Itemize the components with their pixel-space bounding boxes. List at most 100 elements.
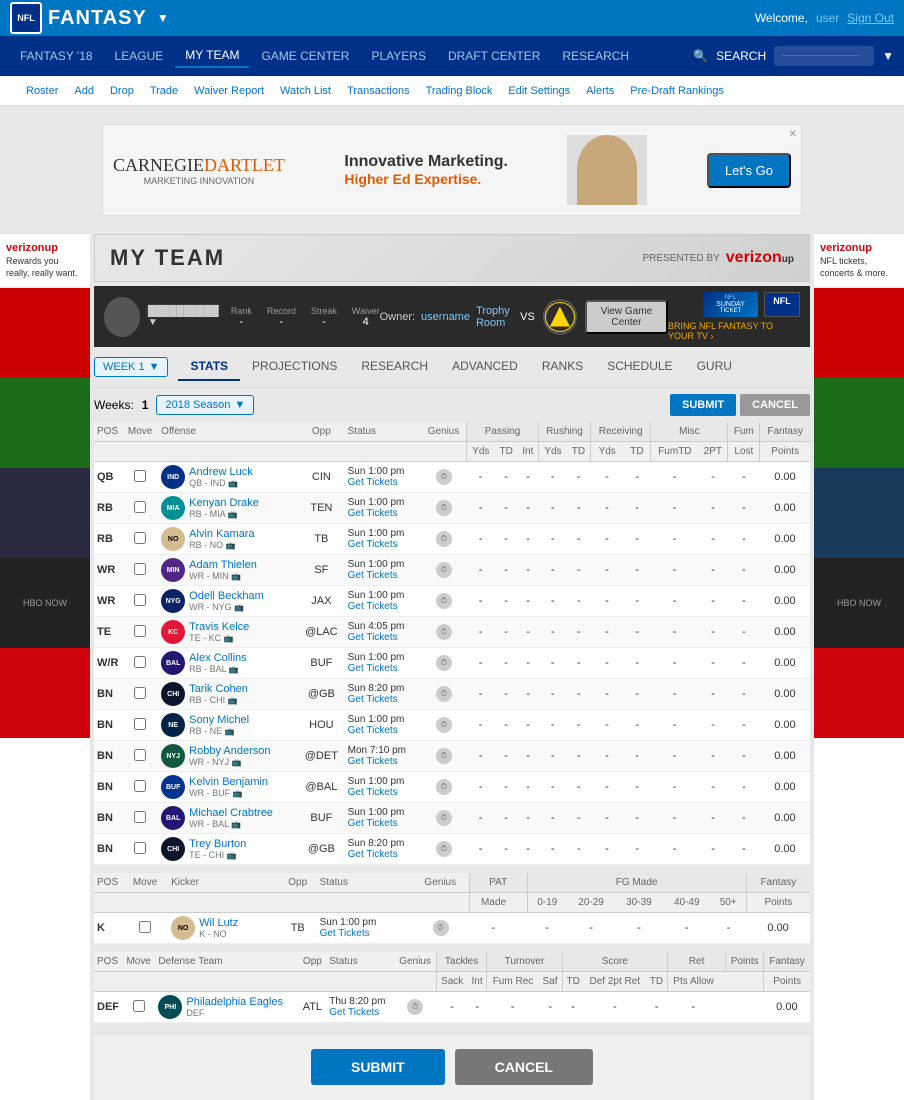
player-genius[interactable]: ⏱ <box>421 648 466 679</box>
bottom-submit-button[interactable]: SUBMIT <box>311 1049 445 1085</box>
nav-gamecenter[interactable]: GAME CENTER <box>251 45 359 67</box>
left-ad-img4[interactable]: HBO NOW <box>0 558 90 648</box>
status-tickets[interactable]: Get Tickets <box>348 756 418 767</box>
trophy-room-link[interactable]: Trophy Room <box>476 305 520 329</box>
player-name[interactable]: Alex Collins <box>189 652 246 664</box>
genius-icon[interactable]: ⏱ <box>436 593 452 609</box>
status-tickets[interactable]: Get Tickets <box>348 508 418 519</box>
def-tickets[interactable]: Get Tickets <box>329 1007 391 1018</box>
player-genius[interactable]: ⏱ <box>421 493 466 524</box>
player-name[interactable]: Alvin Kamara <box>189 528 254 540</box>
player-genius[interactable]: ⏱ <box>421 772 466 803</box>
right-ad-img5[interactable] <box>814 648 904 738</box>
subnav-alerts[interactable]: Alerts <box>580 81 620 101</box>
genius-icon[interactable]: ⏱ <box>436 562 452 578</box>
player-name[interactable]: Michael Crabtree <box>189 807 273 819</box>
tab-advanced[interactable]: ADVANCED <box>440 353 530 381</box>
title-dropdown-icon[interactable]: ▼ <box>157 11 169 25</box>
player-genius[interactable]: ⏱ <box>421 803 466 834</box>
player-name[interactable]: Odell Beckham <box>189 590 264 602</box>
left-ad-img1[interactable] <box>0 288 90 378</box>
subnav-trade[interactable]: Trade <box>144 81 184 101</box>
subnav-drop[interactable]: Drop <box>104 81 140 101</box>
week-selector[interactable]: WEEK 1 ▼ <box>94 357 168 377</box>
subnav-waiver[interactable]: Waiver Report <box>188 81 270 101</box>
genius-icon[interactable]: ⏱ <box>436 717 452 733</box>
status-tickets[interactable]: Get Tickets <box>348 570 418 581</box>
right-ad-img1[interactable] <box>814 288 904 378</box>
top-submit-button[interactable]: SUBMIT <box>670 394 736 416</box>
status-tickets[interactable]: Get Tickets <box>348 787 418 798</box>
player-name[interactable]: Travis Kelce <box>189 621 249 633</box>
nav-players[interactable]: PLAYERS <box>361 45 435 67</box>
tab-ranks[interactable]: RANKS <box>530 353 595 381</box>
player-name[interactable]: Trey Burton <box>189 838 246 850</box>
nav-myteam[interactable]: MY TEAM <box>175 44 249 68</box>
player-name[interactable]: Andrew Luck <box>189 466 253 478</box>
kicker-checkbox[interactable] <box>139 921 151 933</box>
player-genius[interactable]: ⏱ <box>421 524 466 555</box>
ad-cta-button[interactable]: Let's Go <box>707 153 791 188</box>
tab-stats[interactable]: STATS <box>178 353 240 381</box>
status-tickets[interactable]: Get Tickets <box>348 663 418 674</box>
player-genius[interactable]: ⏱ <box>421 617 466 648</box>
player-checkbox[interactable] <box>134 749 146 761</box>
player-genius[interactable]: ⏱ <box>421 586 466 617</box>
left-ad-img3[interactable] <box>0 468 90 558</box>
def-checkbox[interactable] <box>133 1000 145 1012</box>
left-ad-img5[interactable] <box>0 648 90 738</box>
right-ad-img3[interactable] <box>814 468 904 558</box>
tab-projections[interactable]: PROJECTIONS <box>240 353 349 381</box>
nav-league[interactable]: LEAGUE <box>105 45 174 67</box>
player-checkbox[interactable] <box>134 470 146 482</box>
status-tickets[interactable]: Get Tickets <box>348 539 418 550</box>
status-tickets[interactable]: Get Tickets <box>348 849 418 860</box>
right-ad-img4[interactable]: HBO NOW <box>814 558 904 648</box>
def-genius[interactable]: ⏱ <box>394 992 436 1023</box>
player-checkbox[interactable] <box>134 532 146 544</box>
top-cancel-button[interactable]: CANCEL <box>740 394 810 416</box>
genius-icon[interactable]: ⏱ <box>436 810 452 826</box>
right-ad-img2[interactable] <box>814 378 904 468</box>
player-checkbox[interactable] <box>134 563 146 575</box>
genius-icon[interactable]: ⏱ <box>436 500 452 516</box>
player-checkbox[interactable] <box>134 625 146 637</box>
subnav-add[interactable]: Add <box>68 81 100 101</box>
status-tickets[interactable]: Get Tickets <box>348 601 418 612</box>
search-label[interactable]: SEARCH <box>716 49 766 63</box>
player-name[interactable]: Robby Anderson <box>189 745 270 757</box>
player-genius[interactable]: ⏱ <box>421 834 466 865</box>
def-genius-icon[interactable]: ⏱ <box>407 999 423 1015</box>
tab-guru[interactable]: GURU <box>685 353 744 381</box>
season-selector[interactable]: 2018 Season ▼ <box>156 395 254 415</box>
def-name[interactable]: Philadelphia Eagles <box>186 996 283 1008</box>
player-genius[interactable]: ⏱ <box>421 462 466 493</box>
player-name[interactable]: Kenyan Drake <box>189 497 259 509</box>
bring-nfl-text[interactable]: BRING NFL FANTASY TO YOUR TV › <box>668 321 800 341</box>
nav-fantasy18[interactable]: FANTASY '18 <box>10 45 103 67</box>
player-name[interactable]: Tarik Cohen <box>189 683 248 695</box>
kicker-tickets[interactable]: Get Tickets <box>320 928 409 939</box>
subnav-transactions[interactable]: Transactions <box>341 81 416 101</box>
view-game-button[interactable]: View Game Center <box>585 300 668 334</box>
subnav-predraft[interactable]: Pre-Draft Rankings <box>624 81 730 101</box>
player-genius[interactable]: ⏱ <box>421 555 466 586</box>
player-checkbox[interactable] <box>134 842 146 854</box>
kicker-genius[interactable]: ⏱ <box>412 913 470 944</box>
player-name[interactable]: Sony Michel <box>189 714 249 726</box>
status-tickets[interactable]: Get Tickets <box>348 632 418 643</box>
search-input[interactable] <box>774 46 874 66</box>
player-checkbox[interactable] <box>134 501 146 513</box>
tab-research[interactable]: RESEARCH <box>349 353 440 381</box>
player-name[interactable]: Kelvin Benjamin <box>189 776 268 788</box>
status-tickets[interactable]: Get Tickets <box>348 725 418 736</box>
player-checkbox[interactable] <box>134 594 146 606</box>
subnav-edit-settings[interactable]: Edit Settings <box>502 81 576 101</box>
nav-research[interactable]: RESEARCH <box>552 45 639 67</box>
player-checkbox[interactable] <box>134 687 146 699</box>
kicker-genius-icon[interactable]: ⏱ <box>433 920 449 936</box>
bottom-cancel-button[interactable]: CANCEL <box>455 1049 593 1085</box>
player-genius[interactable]: ⏱ <box>421 679 466 710</box>
genius-icon[interactable]: ⏱ <box>436 686 452 702</box>
genius-icon[interactable]: ⏱ <box>436 624 452 640</box>
